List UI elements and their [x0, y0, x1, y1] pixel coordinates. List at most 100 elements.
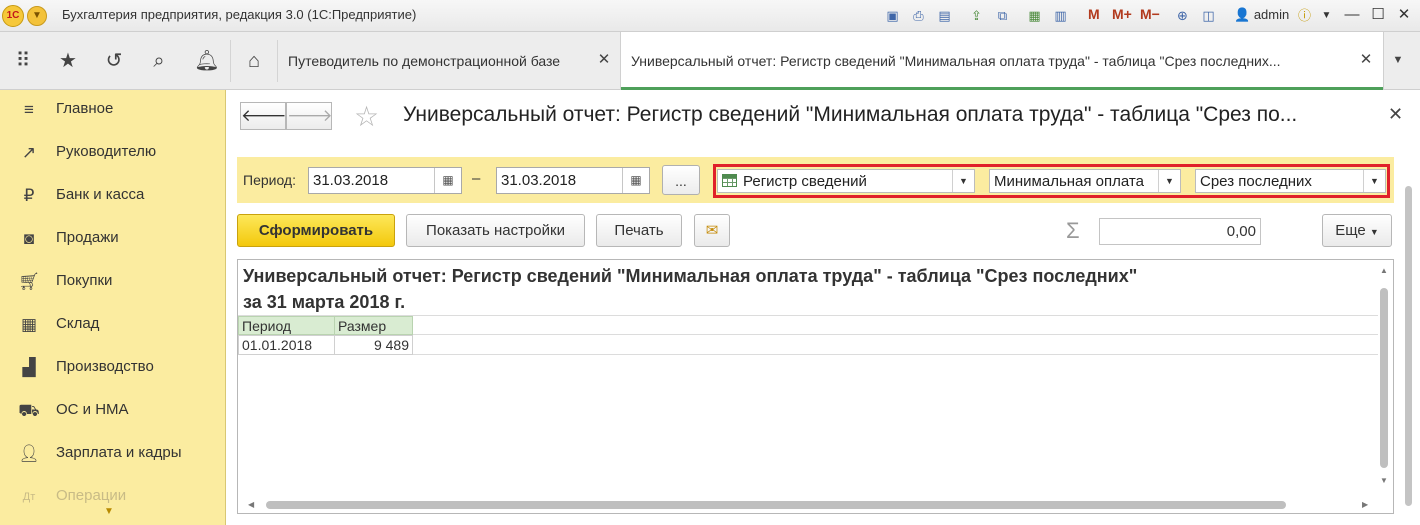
favorite-star-icon[interactable]: ☆ [354, 101, 379, 133]
form-vertical-scrollbar[interactable] [1404, 182, 1414, 512]
sidebar-item-label: Банк и касса [56, 186, 145, 203]
memory-plus-button[interactable]: M+ [1112, 6, 1132, 22]
sidebar-item-main[interactable]: ≡ Главное [0, 90, 226, 133]
window-title: Бухгалтерия предприятия, редакция 3.0 (1… [62, 7, 417, 22]
date-to-field[interactable]: 31.03.2018 ▦ [496, 167, 650, 194]
search-icon[interactable]: ⌕ [144, 46, 174, 76]
calendar-icon[interactable]: ▦ [434, 168, 461, 193]
sidebar-item-label: Склад [56, 315, 100, 332]
table-cell-period[interactable]: 01.01.2018 [238, 335, 335, 355]
panel-icon[interactable]: ◫ [1200, 7, 1217, 24]
form-title: Универсальный отчет: Регистр сведений "М… [403, 103, 1298, 126]
tab-guide[interactable]: Путеводитель по демонстрационной базе [278, 32, 618, 90]
calendar-icon[interactable]: ▦ [622, 168, 649, 193]
tab-guide-close-icon[interactable]: ✕ [596, 52, 612, 68]
sidebar-item-label: ОС и НМА [56, 401, 129, 418]
main-menu-button[interactable]: ▼ [27, 6, 47, 26]
zoom-icon[interactable]: ⊕ [1174, 7, 1191, 24]
tab-universal-report[interactable]: Универсальный отчет: Регистр сведений "М… [620, 32, 1384, 90]
chevron-down-icon: ▼ [1369, 227, 1379, 237]
chevron-down-icon[interactable]: ▼ [952, 170, 974, 192]
upload-icon[interactable]: ⇪ [968, 7, 985, 24]
save-icon[interactable]: ▣ [884, 7, 901, 24]
history-icon[interactable]: ↺ [99, 46, 129, 76]
report-vertical-scrollbar[interactable]: ▲ ▼ [1378, 262, 1392, 492]
column-header-period[interactable]: Период [238, 316, 335, 335]
chevron-down-icon[interactable]: ▼ [1158, 170, 1180, 192]
object-name-select[interactable]: Минимальная оплата ▼ [989, 169, 1181, 193]
print-icon[interactable]: ⎙ [910, 7, 927, 24]
report-title: Универсальный отчет: Регистр сведений "М… [243, 266, 1138, 312]
tab-report-close-icon[interactable]: ✕ [1358, 52, 1374, 68]
column-header-amount[interactable]: Размер [334, 316, 413, 335]
sidebar-item-purchases[interactable]: 🛒︎ Покупки [0, 262, 226, 305]
maximize-button[interactable]: ☐ [1366, 5, 1390, 25]
sidebar-item-warehouse[interactable]: ▦ Склад [0, 305, 226, 348]
sidebar-item-fixed-assets[interactable]: ⛟ ОС и НМА [0, 391, 226, 434]
form-close-icon[interactable]: ✕ [1388, 104, 1403, 125]
forward-button[interactable]: 🡒 [286, 102, 333, 130]
scroll-left-icon[interactable]: ◀ [248, 500, 254, 509]
more-label: Еще [1335, 222, 1366, 239]
sidebar-item-bank[interactable]: ₽ Банк и касса [0, 176, 226, 219]
tab-report-label: Универсальный отчет: Регистр сведений "М… [631, 53, 1281, 69]
show-settings-button[interactable]: Показать настройки [406, 214, 585, 247]
table-cell-amount[interactable]: 9 489 [334, 335, 413, 355]
memory-m-button[interactable]: M [1088, 6, 1100, 22]
person-icon: 👤︎ [18, 444, 40, 463]
info-dropdown-icon[interactable]: ▼ [1318, 7, 1335, 24]
cart-icon: 🛒︎ [18, 272, 40, 291]
notifications-bell-icon[interactable]: 🔔︎ [192, 46, 222, 76]
memory-minus-button[interactable]: M− [1140, 6, 1160, 22]
select-period-button[interactable]: ... [662, 165, 700, 195]
date-from-value: 31.03.2018 [313, 172, 389, 189]
preview-icon[interactable]: ▤ [936, 7, 953, 24]
calculator-icon[interactable]: ▦ [1026, 7, 1043, 24]
back-button[interactable]: 🡐 [240, 102, 287, 130]
menu-lines-icon: ≡ [24, 100, 34, 119]
sidebar-item-salary[interactable]: 👤︎ Зарплата и кадры [0, 434, 226, 477]
table-type-select[interactable]: Срез последних ▼ [1195, 169, 1386, 193]
info-icon[interactable]: ⓘ [1296, 7, 1313, 24]
tabs-overflow-icon[interactable]: ▼ [1390, 52, 1406, 68]
sidebar-item-sales[interactable]: ◙ Продажи [0, 219, 226, 262]
scrollbar-thumb[interactable] [266, 501, 1286, 509]
scrollbar-thumb[interactable] [1405, 186, 1412, 506]
send-email-icon[interactable]: ✉ [694, 214, 730, 247]
table-type-value: Срез последних [1200, 173, 1312, 190]
sidebar-item-production[interactable]: ▟ Производство [0, 348, 226, 391]
scroll-right-icon[interactable]: ▶ [1362, 500, 1368, 509]
sum-sigma-icon: Σ [1066, 218, 1080, 243]
date-from-field[interactable]: 31.03.2018 ▦ [308, 167, 462, 194]
close-window-button[interactable]: ✕ [1392, 5, 1416, 25]
selection-sum-field[interactable]: 0,00 [1099, 218, 1261, 245]
object-type-select[interactable]: Регистр сведений ▼ [717, 169, 975, 193]
generate-report-button[interactable]: Сформировать [237, 214, 395, 247]
period-dash: – [472, 170, 481, 187]
calendar-icon[interactable]: ▥ [1052, 7, 1069, 24]
more-actions-button[interactable]: Еще ▼ [1322, 214, 1392, 247]
apps-grid-icon[interactable]: ⠿ [8, 46, 38, 76]
current-user[interactable]: 👤 admin [1234, 7, 1289, 23]
sidebar-item-label: Продажи [56, 229, 119, 246]
copy-icon[interactable]: ⧉ [994, 7, 1011, 24]
home-icon[interactable]: ⌂ [239, 46, 269, 76]
tab-divider [230, 40, 231, 82]
scroll-down-icon[interactable]: ▼ [1380, 476, 1388, 485]
favorites-star-icon[interactable]: ★ [53, 46, 83, 76]
sidebar-item-label: Руководителю [56, 143, 157, 160]
scroll-up-icon[interactable]: ▲ [1380, 266, 1388, 275]
sidebar-item-label: Зарплата и кадры [56, 444, 182, 461]
report-horizontal-scrollbar[interactable]: ◀ ▶ [240, 499, 1380, 511]
date-to-value: 31.03.2018 [501, 172, 577, 189]
sidebar-item-label: Покупки [56, 272, 113, 289]
minimize-button[interactable]: — [1340, 5, 1364, 25]
scrollbar-thumb[interactable] [1380, 288, 1388, 468]
chevron-down-icon[interactable]: ▼ [1363, 170, 1385, 192]
print-button[interactable]: Печать [596, 214, 682, 247]
sum-value: 0,00 [1226, 223, 1256, 240]
sidebar-scroll-down-icon[interactable]: ▼ [104, 506, 114, 517]
truck-icon: ⛟ [18, 401, 40, 420]
sidebar-item-manager[interactable]: ↗ Руководителю [0, 133, 226, 176]
sidebar-item-label: Производство [56, 358, 154, 375]
